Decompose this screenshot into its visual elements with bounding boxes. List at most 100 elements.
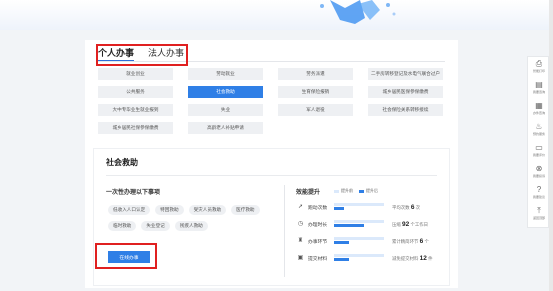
item-tag[interactable]: 低收入人口认定 bbox=[108, 205, 151, 215]
metric-bars bbox=[334, 203, 384, 211]
toolbar-consult[interactable]: ▤ 我要咨询 bbox=[528, 80, 550, 99]
metric-text: 减免提交材料 12 件 bbox=[392, 255, 432, 262]
bar-after bbox=[334, 207, 344, 210]
toolbar-label: 我要评价 bbox=[532, 153, 545, 157]
toolbar-label: 预约服务 bbox=[532, 132, 545, 136]
legend-after-label: 提升后 bbox=[366, 188, 378, 193]
bar-before bbox=[334, 220, 384, 223]
item-tag[interactable]: 临时救助 bbox=[108, 221, 137, 231]
items-heading: 一次性办理以下事项 bbox=[106, 190, 161, 196]
metric-text: 压缩 92 个工作日 bbox=[392, 221, 428, 228]
monitor-icon: ▭ bbox=[535, 143, 543, 152]
service-item[interactable]: 失业 bbox=[188, 104, 263, 116]
bar-before bbox=[334, 254, 384, 257]
toolbar-label: 我要投诉 bbox=[532, 174, 545, 178]
efficiency-legend: 提升前 提升后 bbox=[334, 188, 378, 194]
legend-swatch-after bbox=[359, 189, 364, 193]
bar-after bbox=[334, 241, 349, 244]
metric-row-visits: ➚ 跑动次数 平均次数 6 次 bbox=[297, 201, 447, 213]
top-banner bbox=[0, 0, 553, 30]
service-item[interactable]: 高龄老人补贴申请 bbox=[188, 122, 263, 134]
legend-after: 提升后 bbox=[359, 188, 378, 194]
doc-icon: ▣ bbox=[297, 254, 304, 261]
metric-label: 跑动次数 bbox=[308, 205, 328, 211]
toolbar-query[interactable]: ▦ 办件查询 bbox=[528, 101, 550, 120]
toolbar-evaluate[interactable]: ▭ 我要评价 bbox=[528, 143, 550, 162]
metric-value: 6 bbox=[419, 237, 424, 245]
metric-value: 92 bbox=[402, 220, 410, 228]
toolbar-appointment[interactable]: ♨ 预约服务 bbox=[528, 122, 550, 141]
service-item-social-assistance[interactable]: 社会救助 bbox=[188, 86, 263, 98]
toolbar-label: 智能打印 bbox=[532, 69, 545, 73]
banner-illustration bbox=[320, 0, 396, 24]
metric-text: 累计精简环节 6 个 bbox=[392, 238, 429, 245]
bar-after bbox=[334, 224, 364, 227]
bar-before bbox=[334, 203, 384, 206]
metric-bars bbox=[334, 220, 384, 228]
service-item[interactable]: 公共服务 bbox=[98, 86, 173, 98]
service-item[interactable]: 二手房转移登记及水电气联合过户 bbox=[368, 68, 443, 80]
metric-row-duration: ◷ 办理时长 压缩 92 个工作日 bbox=[297, 218, 447, 230]
metric-row-steps: ♜ 办事环节 累计精简环节 6 个 bbox=[297, 235, 447, 247]
bar-before bbox=[334, 237, 384, 240]
metric-suffix: 个工作日 bbox=[410, 221, 429, 227]
item-tag[interactable]: 医疗救助 bbox=[231, 205, 260, 215]
metric-value: 6 bbox=[410, 203, 415, 211]
toolbar-back-top[interactable]: ⤒ 返回顶部 bbox=[528, 206, 550, 225]
metric-prefix: 减免提交材料 bbox=[392, 255, 419, 261]
metric-prefix: 平均次数 bbox=[392, 204, 410, 210]
toolbar-label: 我要咨询 bbox=[532, 90, 545, 94]
metric-suffix: 件 bbox=[428, 255, 433, 261]
service-item[interactable]: 城乡居民医保参保缴费 bbox=[368, 86, 443, 98]
service-item[interactable]: 军人退役 bbox=[278, 104, 353, 116]
scrollbar[interactable] bbox=[549, 0, 553, 291]
service-item[interactable]: 大中专毕业生就业报到 bbox=[98, 104, 173, 116]
item-tag[interactable]: 受灾人员救助 bbox=[188, 205, 227, 215]
toolbar-complain[interactable]: ⊗ 我要投诉 bbox=[528, 164, 550, 183]
service-item[interactable]: 就业创业 bbox=[98, 68, 173, 80]
service-grid: 就业创业 劳动就业 劳务派遣 二手房转移登记及水电气联合过户 公共服务 社会救助… bbox=[98, 68, 443, 134]
compass-icon: ⊗ bbox=[535, 164, 543, 173]
run-icon: ➚ bbox=[297, 203, 304, 210]
printer-icon: ⎙ bbox=[535, 59, 543, 68]
service-item[interactable]: 城乡居民社保参保缴费 bbox=[98, 122, 173, 134]
metric-label: 提交材料 bbox=[308, 256, 328, 262]
top-icon: ⤒ bbox=[537, 206, 541, 215]
metric-row-materials: ▣ 提交材料 减免提交材料 12 件 bbox=[297, 252, 447, 264]
office-icon: ▦ bbox=[535, 101, 543, 110]
stamp-icon: ♜ bbox=[297, 237, 304, 244]
service-item[interactable]: 社会保险关系转移接续 bbox=[368, 104, 443, 116]
clock-icon: ◷ bbox=[297, 220, 304, 227]
item-tag[interactable]: 残疾人救助 bbox=[174, 221, 208, 231]
legend-before: 提升前 bbox=[334, 188, 353, 194]
toolbar-label: 办件查询 bbox=[532, 111, 545, 115]
toolbar-print[interactable]: ⎙ 智能打印 bbox=[528, 59, 550, 78]
detail-divider bbox=[106, 175, 437, 176]
service-item[interactable]: 生育保险报销 bbox=[278, 86, 353, 98]
right-toolbar: ⎙ 智能打印 ▤ 我要咨询 ▦ 办件查询 ♨ 预约服务 ▭ 我要评价 ⊗ 我要投… bbox=[527, 56, 549, 228]
metric-bars bbox=[334, 254, 384, 262]
toolbar-suggest[interactable]: ? 我要建议 bbox=[528, 185, 550, 204]
metric-suffix: 个 bbox=[424, 238, 429, 244]
metric-value: 12 bbox=[419, 254, 427, 262]
metric-label: 办理时长 bbox=[308, 222, 328, 228]
service-item[interactable]: 劳动就业 bbox=[188, 68, 263, 80]
bar-after bbox=[334, 258, 349, 261]
highlight-box-online bbox=[95, 243, 157, 269]
item-tags: 低收入人口认定 特困救助 受灾人员救助 医疗救助 临时救助 失业登记 残疾人救助 bbox=[108, 205, 268, 231]
toolbar-label: 我要建议 bbox=[532, 195, 545, 199]
legend-swatch-before bbox=[334, 189, 339, 193]
item-tag[interactable]: 特困救助 bbox=[155, 205, 184, 215]
lamp-icon: ♨ bbox=[535, 122, 543, 131]
form-icon: ▤ bbox=[535, 80, 543, 89]
efficiency-title: 效能提升 bbox=[296, 190, 321, 196]
metric-text: 平均次数 6 次 bbox=[392, 204, 420, 211]
detail-title: 社会救助 bbox=[106, 158, 138, 167]
item-tag[interactable]: 失业登记 bbox=[141, 221, 170, 231]
service-item[interactable]: 劳务派遣 bbox=[278, 68, 353, 80]
help-icon: ? bbox=[536, 185, 542, 194]
toolbar-label: 返回顶部 bbox=[532, 216, 545, 220]
metric-label: 办事环节 bbox=[308, 239, 328, 245]
highlight-box-service bbox=[96, 44, 188, 66]
metric-suffix: 次 bbox=[415, 204, 421, 210]
